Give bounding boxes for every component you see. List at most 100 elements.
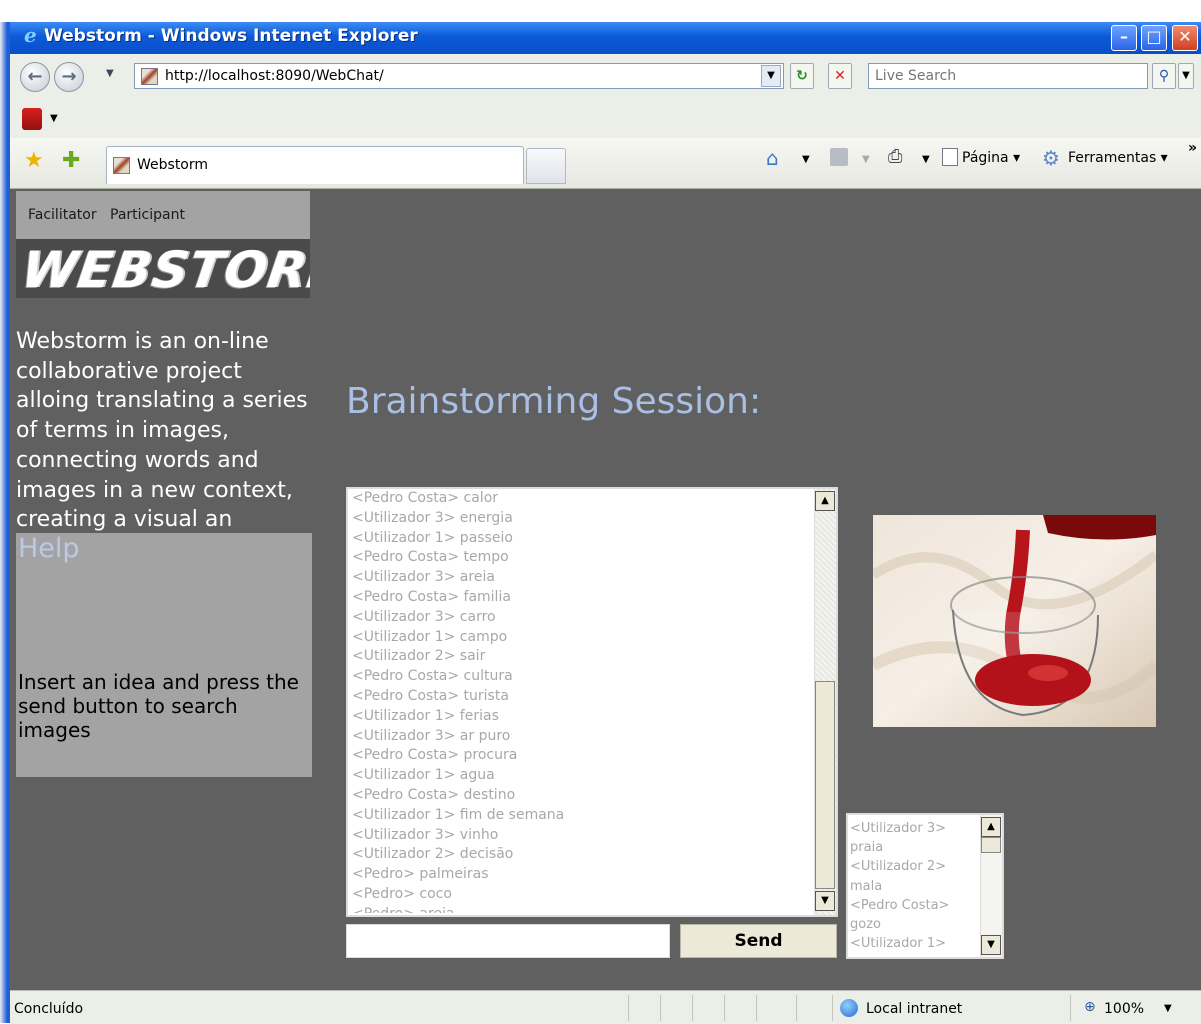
stop-icon: ✕	[834, 68, 846, 84]
chat-line: <Pedro Costa> turista	[352, 687, 509, 704]
rss-icon[interactable]	[830, 148, 848, 166]
address-bar[interactable]: http://localhost:8090/WebChat/ ▼	[134, 63, 784, 89]
help-text: Insert an idea and press the send button…	[18, 670, 299, 742]
status-text: Concluído	[14, 1001, 84, 1017]
home-dropdown-icon[interactable]: ▼	[802, 154, 810, 165]
command-row: ▼	[10, 102, 1201, 139]
refresh-button[interactable]: ↻	[790, 63, 814, 89]
chat-line: <Utilizador 3> ar puro	[352, 727, 511, 744]
tab-favicon-icon	[113, 157, 130, 174]
chat-line: <Pedro Costa> tempo	[352, 549, 509, 566]
back-button[interactable]: ←	[20, 62, 50, 92]
tab-webstorm[interactable]: Webstorm	[106, 146, 524, 184]
chat-line: <Utilizador 3> vinho	[352, 826, 499, 843]
chat-line: <Utilizador 1> ferias	[352, 707, 499, 724]
top-strip	[0, 0, 1201, 22]
address-dropdown-icon[interactable]: ▼	[761, 65, 781, 87]
home-icon[interactable]: ⌂	[766, 146, 779, 170]
new-tab-button[interactable]	[526, 148, 566, 184]
help-panel: Help Insert an idea and press the send b…	[16, 533, 312, 777]
status-divider	[832, 995, 833, 1021]
status-bar: Concluído Local intranet ⊕ 100% ▼	[10, 990, 1201, 1024]
help-title: Help	[18, 533, 80, 564]
chat-line: <Utilizador 1> passeio	[352, 529, 513, 546]
window-title: Webstorm - Windows Internet Explorer	[44, 26, 418, 46]
ideas-scroll-down-icon[interactable]: ▼	[981, 935, 1001, 955]
pdf-dropdown-icon[interactable]: ▼	[50, 113, 58, 124]
scroll-thumb[interactable]	[815, 681, 835, 889]
tab-row: ★ ✚ Webstorm ⌂ ▼ ▼ ⎙ ▼ Página ▾ ⚙ Ferram…	[10, 138, 1201, 189]
status-divider	[756, 995, 757, 1021]
security-zone[interactable]: Local intranet	[866, 1001, 962, 1017]
print-dropdown-icon[interactable]: ▼	[922, 154, 930, 165]
scroll-up-icon[interactable]: ▲	[815, 491, 835, 511]
print-icon[interactable]: ⎙	[888, 146, 902, 167]
ideas-lines: <Utilizador 3> praia <Utilizador 2> mala <Pe…	[850, 819, 980, 953]
idea-item[interactable]: <Pedro Costa>	[850, 896, 980, 915]
minimize-button[interactable]: –	[1111, 25, 1137, 51]
favorites-star-icon[interactable]: ★	[24, 148, 44, 173]
chat-line: <Utilizador 1> campo	[352, 628, 508, 645]
role-menu: Facilitator Participant	[16, 191, 310, 239]
search-button[interactable]: ⚲	[1152, 63, 1176, 89]
idea-item[interactable]: mala	[850, 877, 980, 896]
chat-scrollbar[interactable]: ▲ ▼	[814, 489, 836, 915]
idea-item[interactable]: <Utilizador 3>	[850, 819, 980, 838]
title-bar[interactable]: e Webstorm - Windows Internet Explorer –…	[10, 22, 1201, 54]
toolbar-overflow-icon[interactable]: »	[1188, 140, 1197, 156]
search-input[interactable]	[869, 64, 1147, 88]
status-divider	[796, 995, 797, 1021]
chat-log[interactable]: <Pedro Costa> calor <Utilizador 3> energi…	[346, 487, 838, 917]
search-box[interactable]	[868, 63, 1148, 89]
idea-item[interactable]: gozo	[850, 915, 980, 934]
globe-icon	[840, 999, 858, 1017]
facilitator-link[interactable]: Facilitator	[28, 207, 97, 223]
logo-text: WEBSTORM	[17, 241, 310, 298]
chat-line: <Utilizador 3> energia	[352, 509, 513, 526]
ideas-scrollbar[interactable]: ▲ ▼	[980, 815, 1002, 957]
chat-line: <Utilizador 2> sair	[352, 648, 486, 665]
forward-icon: →	[61, 66, 77, 87]
tools-menu[interactable]: Ferramentas ▾	[1068, 150, 1168, 166]
chat-line: <Pedro> palmeiras	[352, 866, 489, 883]
history-dropdown-icon[interactable]: ▼	[106, 68, 114, 79]
close-button[interactable]: ✕	[1172, 25, 1198, 51]
back-icon: ←	[27, 66, 43, 87]
chat-lines: <Pedro Costa> calor <Utilizador 3> energi…	[352, 489, 812, 913]
forward-button[interactable]: →	[54, 62, 84, 92]
idea-item[interactable]: <Utilizador 2>	[850, 857, 980, 876]
stop-button[interactable]: ✕	[828, 63, 852, 89]
chat-line: <Pedro Costa> familia	[352, 588, 511, 605]
idea-item[interactable]: praia	[850, 838, 980, 857]
ideas-scroll-thumb[interactable]	[981, 837, 1001, 853]
idea-item[interactable]: <Utilizador 1>	[850, 934, 980, 953]
scroll-down-icon[interactable]: ▼	[815, 891, 835, 911]
status-divider	[724, 995, 725, 1021]
search-options-button[interactable]: ▼	[1178, 63, 1194, 89]
session-title: Brainstorming Session:	[346, 381, 762, 422]
address-toolbar: ← → ▼ http://localhost:8090/WebChat/ ▼ ↻…	[10, 54, 1201, 103]
result-image	[873, 515, 1156, 727]
zoom-dropdown-icon[interactable]: ▼	[1164, 1003, 1172, 1014]
url-text[interactable]: http://localhost:8090/WebChat/	[165, 68, 384, 84]
participant-link[interactable]: Participant	[110, 207, 185, 223]
chat-line: <Utilizador 3> areia	[352, 569, 495, 586]
maximize-button[interactable]: □	[1141, 25, 1167, 51]
ideas-scroll-up-icon[interactable]: ▲	[981, 817, 1001, 837]
status-divider	[692, 995, 693, 1021]
ideas-list[interactable]: <Utilizador 3> praia <Utilizador 2> mala <Pe…	[846, 813, 1004, 959]
idea-input[interactable]	[346, 924, 670, 958]
chat-line: <Utilizador 2> decisão	[352, 846, 514, 863]
chat-line: <Pedro> areia	[352, 905, 812, 913]
refresh-icon: ↻	[796, 68, 808, 84]
send-button[interactable]: Send	[680, 924, 837, 958]
pdf-icon[interactable]	[22, 108, 42, 130]
add-favorite-icon[interactable]: ✚	[62, 148, 80, 173]
rss-dropdown-icon: ▼	[862, 154, 870, 165]
page-menu[interactable]: Página ▾	[962, 150, 1020, 166]
page-content: Facilitator Participant WEBSTORM Webstor…	[10, 189, 1201, 990]
tab-label: Webstorm	[137, 157, 209, 173]
zoom-level[interactable]: 100%	[1104, 1001, 1144, 1017]
status-divider	[628, 995, 629, 1021]
chat-line: <Utilizador 3> carro	[352, 608, 496, 625]
